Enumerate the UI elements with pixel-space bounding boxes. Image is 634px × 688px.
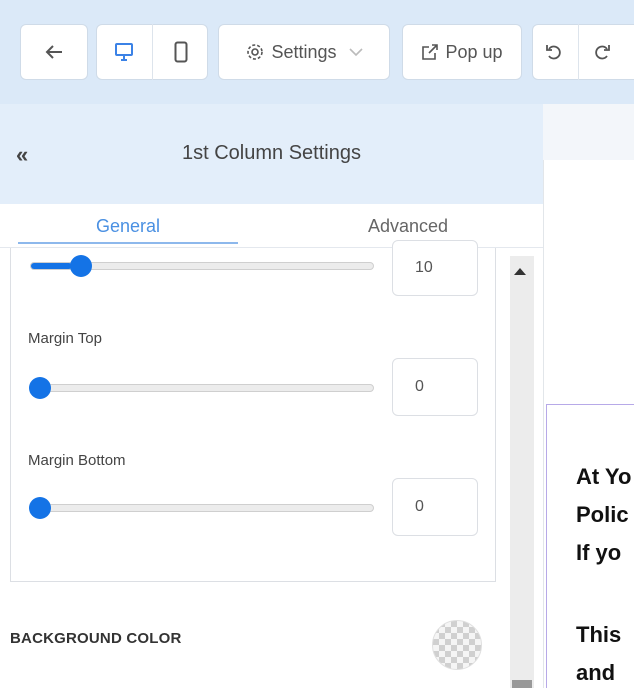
preview-text-line: If yo bbox=[576, 540, 622, 565]
preview-text-line: and bbox=[576, 660, 616, 685]
settings-dropdown[interactable]: Settings bbox=[218, 24, 390, 80]
margin-bottom-label: Margin Bottom bbox=[28, 452, 126, 469]
history-divider bbox=[578, 24, 579, 80]
redo-icon bbox=[595, 45, 610, 60]
preview-text-line: This bbox=[576, 622, 622, 647]
phone-icon bbox=[174, 41, 187, 63]
top-slider-knob[interactable] bbox=[70, 255, 93, 277]
chevron-down-icon bbox=[348, 48, 363, 57]
margin-bottom-slider-knob[interactable] bbox=[29, 497, 51, 519]
preview-text-line: At Yo bbox=[576, 464, 632, 489]
scrollbar-thumb[interactable] bbox=[512, 680, 532, 688]
preview-top-bar bbox=[543, 104, 634, 160]
undo-button[interactable] bbox=[532, 24, 576, 80]
back-button[interactable] bbox=[20, 24, 88, 80]
top-slider-fill bbox=[31, 263, 73, 269]
panel-title: 1st Column Settings bbox=[182, 142, 361, 164]
top-slider-track[interactable] bbox=[30, 255, 374, 277]
mobile-view-button[interactable] bbox=[153, 24, 208, 80]
external-link-icon bbox=[422, 44, 439, 60]
active-tab-indicator bbox=[18, 242, 238, 244]
settings-label: Settings bbox=[271, 41, 337, 62]
arrow-left-icon bbox=[45, 45, 62, 59]
undo-icon bbox=[546, 45, 561, 60]
panel-scrollbar[interactable] bbox=[510, 256, 534, 688]
margin-top-slider-knob[interactable] bbox=[29, 377, 51, 399]
margin-top-input[interactable]: 0 bbox=[392, 358, 478, 416]
desktop-view-button[interactable] bbox=[96, 24, 152, 80]
gear-icon bbox=[247, 44, 264, 60]
margin-bottom-slider-track[interactable] bbox=[29, 497, 374, 519]
margin-top-slider-track[interactable] bbox=[29, 377, 374, 399]
margin-top-label: Margin Top bbox=[28, 330, 102, 347]
top-value-input[interactable]: 10 bbox=[392, 240, 478, 296]
popup-label: Pop up bbox=[445, 41, 503, 62]
preview-divider bbox=[543, 104, 544, 688]
background-color-label: BACKGROUND COLOR bbox=[10, 630, 182, 647]
popup-button[interactable]: Pop up bbox=[402, 24, 522, 80]
scroll-up-arrow-icon[interactable] bbox=[514, 268, 526, 275]
redo-button[interactable] bbox=[580, 24, 624, 80]
panel-header: « 1st Column Settings bbox=[0, 104, 543, 204]
margin-bottom-input[interactable]: 0 bbox=[392, 478, 478, 536]
transparent-color-swatch[interactable] bbox=[432, 620, 482, 670]
monitor-icon bbox=[115, 43, 133, 61]
preview-text-line: Polic bbox=[576, 502, 629, 527]
